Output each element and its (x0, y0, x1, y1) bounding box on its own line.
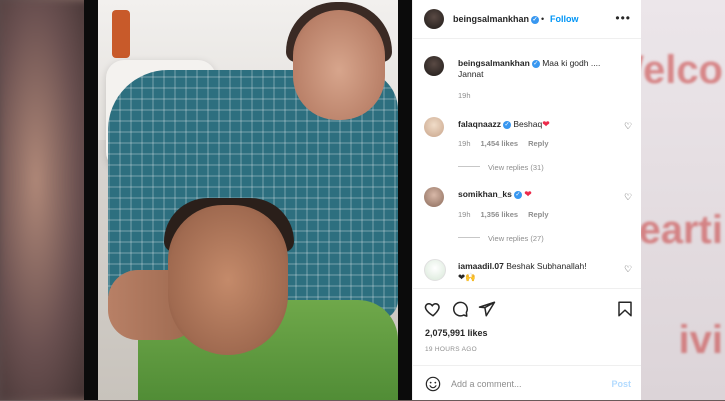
author-username-text[interactable]: beingsalmankhan (453, 14, 529, 24)
view-replies-label[interactable]: View replies (27) (488, 234, 544, 243)
photo-woman-face (293, 10, 385, 120)
verified-badge-icon: ✓ (503, 121, 511, 129)
share-icon[interactable] (478, 300, 496, 318)
comment-username[interactable]: falaqnaazz (458, 119, 501, 129)
like-comment-icon[interactable]: ♡ (624, 265, 633, 274)
verified-badge-icon: ✓ (531, 60, 540, 68)
red-heart-emoji: ❤ (524, 189, 532, 199)
red-heart-emoji: ❤ (542, 119, 550, 129)
verified-badge-icon: ✓ (531, 16, 540, 24)
comment-text: falaqnaazz ✓ Beshaq❤ (458, 119, 550, 130)
post-photo[interactable] (84, 0, 412, 400)
caption-avatar[interactable] (424, 56, 444, 76)
comment-icon[interactable] (451, 300, 469, 318)
author-username[interactable]: beingsalmankhan ✓ (453, 14, 540, 24)
like-comment-icon[interactable]: ♡ (624, 122, 633, 131)
reply-button[interactable]: Reply (528, 210, 548, 219)
comment-bar: Post (413, 365, 641, 401)
more-options-icon[interactable]: ••• (615, 11, 631, 25)
comment-likes[interactable]: 1,356 likes (481, 210, 519, 219)
comment-time: 19h (458, 210, 471, 219)
comment-text: somikhan_ks ✓ ❤ (458, 189, 532, 200)
replies-divider (458, 166, 480, 167)
follow-button[interactable]: Follow (550, 14, 579, 24)
comment-emoji-line: ❤🙌 (458, 272, 476, 282)
post-actions-bar (413, 288, 641, 329)
header-separator: • (541, 14, 545, 24)
caption: beingsalmankhan ✓ Maa ki godh .... Jannat (458, 58, 623, 80)
replies-divider (458, 237, 480, 238)
heart-outline-icon[interactable] (424, 300, 442, 318)
comment-username[interactable]: somikhan_ks (458, 189, 512, 199)
likes-count[interactable]: 2,075,991 likes (425, 328, 488, 338)
author-avatar[interactable] (424, 9, 444, 29)
blurred-photo-left (0, 0, 90, 400)
verified-badge-icon: ✓ (513, 191, 522, 199)
photo-bottle (112, 10, 130, 58)
view-replies-button[interactable]: View replies (31) (458, 163, 544, 172)
comment-likes[interactable]: 1,454 likes (481, 139, 519, 148)
comment-text: iamaadil.07 Beshak Subhanallah! (458, 261, 587, 272)
photo-man-face (168, 205, 288, 355)
comment-time: 19h (458, 139, 471, 148)
emoji-icon[interactable] (425, 376, 441, 392)
comment-avatar[interactable] (424, 117, 444, 137)
post-header: beingsalmankhan ✓ • Follow ••• (413, 0, 641, 39)
blurred-poster-text: earti (638, 208, 724, 252)
comment-avatar[interactable] (424, 259, 446, 281)
photo-image (98, 0, 398, 400)
comment-body: Beshaq (513, 119, 543, 129)
reply-button[interactable]: Reply (528, 139, 548, 148)
caption-time: 19h (458, 91, 471, 100)
comment-body: Beshak Subhanallah! (506, 261, 587, 271)
post-side-panel: beingsalmankhan ✓ • Follow ••• beingsalma… (412, 0, 641, 400)
bookmark-icon[interactable] (616, 300, 634, 318)
view-replies-label[interactable]: View replies (31) (488, 163, 544, 172)
add-comment-input[interactable] (451, 376, 601, 392)
like-comment-icon[interactable]: ♡ (624, 193, 633, 202)
blurred-poster-text: ivi (678, 318, 723, 362)
post-comment-button[interactable]: Post (611, 379, 631, 389)
comment-meta: 19h 1,356 likes Reply (458, 210, 559, 219)
comment-username[interactable]: iamaadil.07 (458, 261, 504, 271)
post-time-ago: 19 HOURS AGO (425, 346, 478, 353)
view-replies-button[interactable]: View replies (27) (458, 234, 544, 243)
comment-avatar[interactable] (424, 187, 444, 207)
caption-username[interactable]: beingsalmankhan (458, 58, 530, 68)
comment-meta: 19h 1,454 likes Reply (458, 139, 559, 148)
